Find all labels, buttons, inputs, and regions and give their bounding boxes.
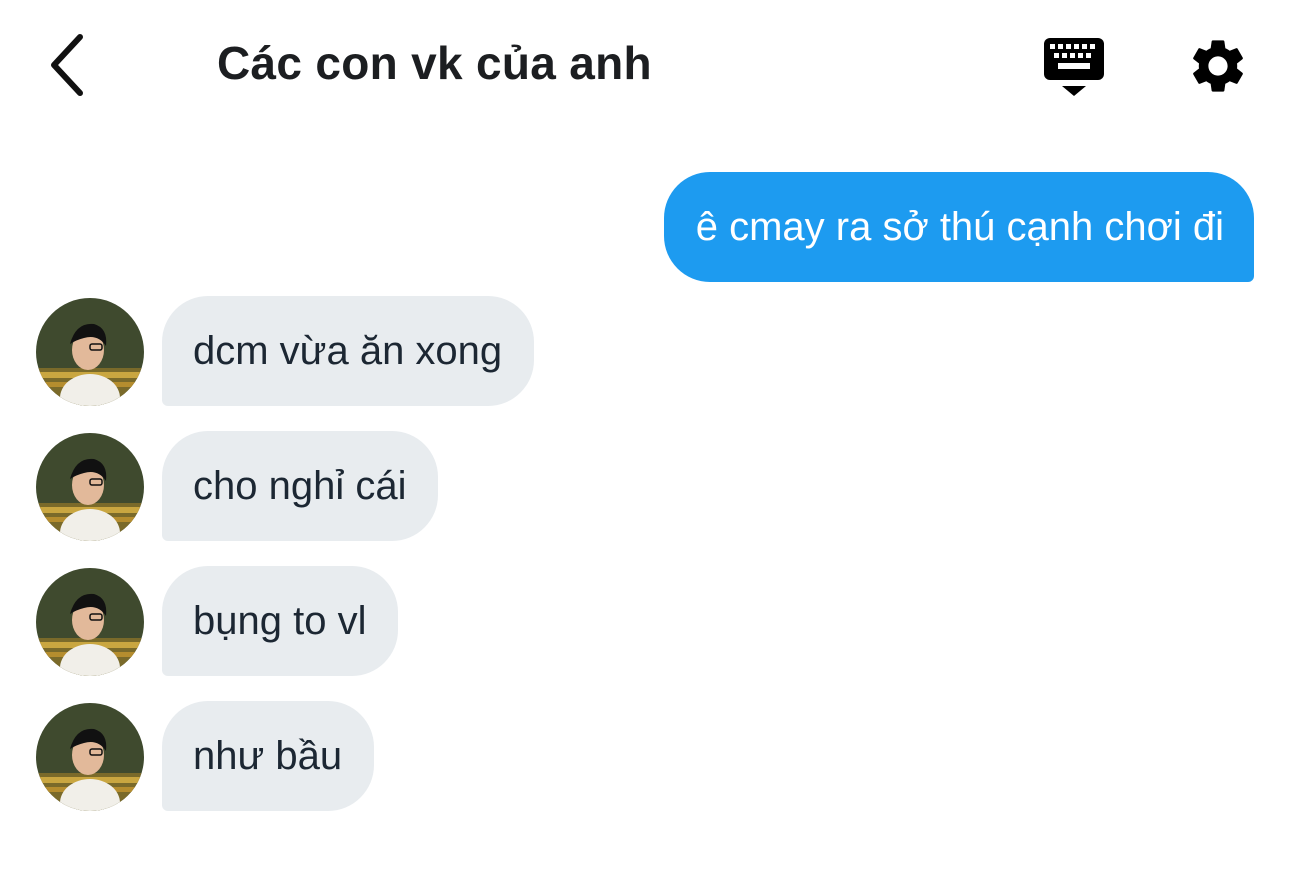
settings-button[interactable]	[1186, 34, 1250, 98]
avatar[interactable]	[36, 433, 144, 541]
avatar[interactable]	[36, 298, 144, 406]
avatar-image	[36, 568, 144, 676]
keyboard-icon	[1044, 38, 1104, 96]
chevron-left-icon	[51, 34, 83, 96]
message-text: ê cmay ra sở thú cạnh chơi đi	[695, 204, 1224, 249]
received-message-bubble[interactable]: cho nghỉ cái	[162, 431, 439, 541]
message-text: dcm vừa ăn xong	[193, 328, 503, 373]
avatar[interactable]	[36, 568, 144, 676]
received-message-bubble[interactable]: như bầu	[162, 701, 375, 811]
avatar-image	[36, 433, 144, 541]
message-text: như bầu	[193, 733, 343, 778]
message-text: bụng to vl	[193, 598, 367, 643]
avatar-image	[36, 703, 144, 811]
conversation-header: Các con vk của anh	[0, 0, 1290, 130]
avatar[interactable]	[36, 703, 144, 811]
received-message-bubble[interactable]: dcm vừa ăn xong	[162, 296, 535, 406]
sent-message-bubble[interactable]: ê cmay ra sở thú cạnh chơi đi	[663, 172, 1254, 282]
received-message-bubble[interactable]: bụng to vl	[162, 566, 399, 676]
back-button[interactable]	[36, 30, 96, 100]
keyboard-button[interactable]	[1040, 34, 1108, 100]
conversation-title: Các con vk của anh	[217, 37, 652, 89]
gear-icon	[1193, 40, 1243, 92]
avatar-image	[36, 298, 144, 406]
message-text: cho nghỉ cái	[193, 463, 407, 508]
